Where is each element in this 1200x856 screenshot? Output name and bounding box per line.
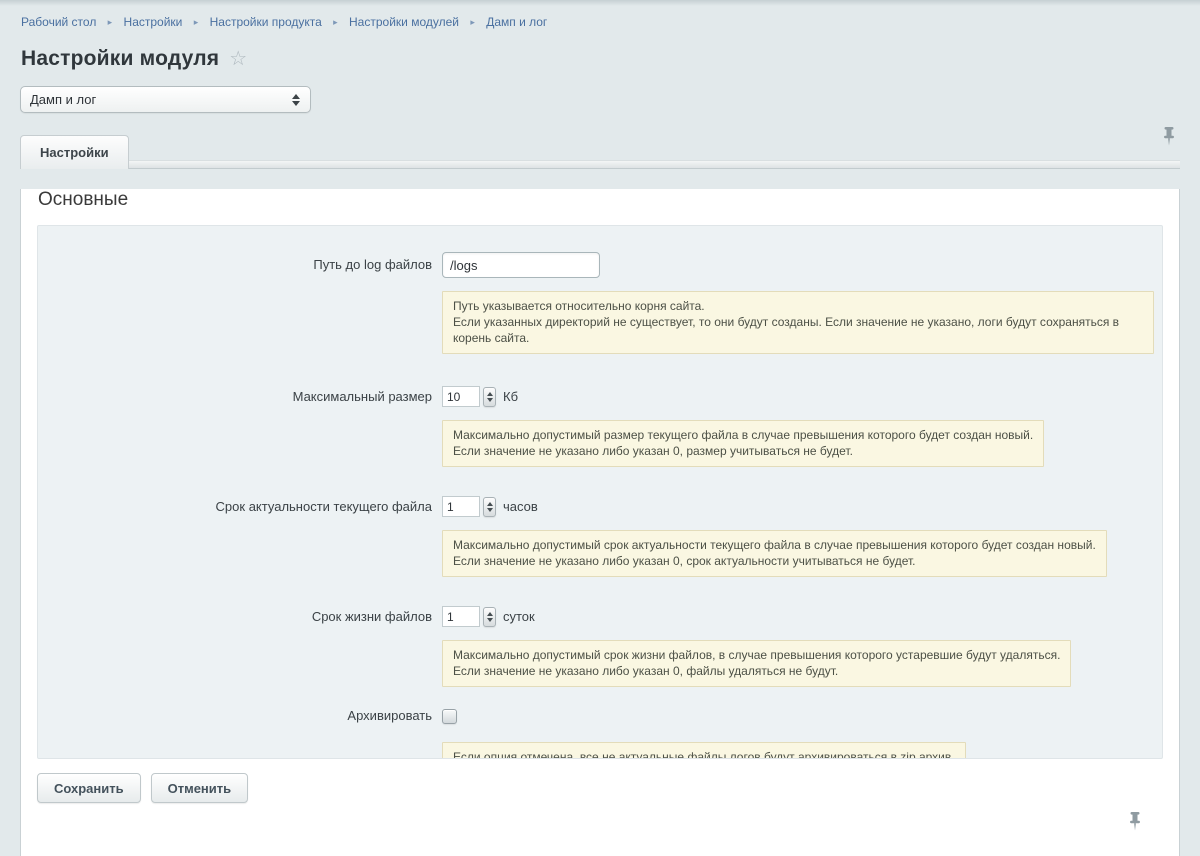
breadcrumb-link-desktop[interactable]: Рабочий стол [21, 15, 96, 29]
hint-note: Максимально допустимый размер текущего ф… [442, 420, 1044, 467]
cancel-button[interactable]: Отменить [151, 773, 249, 803]
max-size-input[interactable] [442, 386, 480, 407]
hint-note: Если опция отмечена, все не актуальные ф… [442, 742, 966, 759]
module-select-value: Дамп и лог [30, 92, 292, 107]
archive-checkbox[interactable] [442, 709, 457, 724]
save-button[interactable]: Сохранить [37, 773, 141, 803]
unit-label: Кб [503, 389, 518, 404]
form-row-max-size: Максимальный размер Кб Максимально допус… [38, 384, 1162, 494]
breadcrumb-separator-icon: ▸ [470, 17, 475, 27]
breadcrumb-link-dump-log[interactable]: Дамп и лог [486, 15, 547, 29]
stepper-icon[interactable] [483, 497, 496, 517]
breadcrumb: Рабочий стол ▸ Настройки ▸ Настройки про… [21, 15, 1200, 29]
form-row-actual-period: Срок актуальности текущего файла часов М… [38, 494, 1162, 604]
select-arrows-icon [292, 94, 300, 106]
pin-icon[interactable] [1129, 812, 1141, 833]
field-label: Срок жизни файлов [38, 604, 442, 707]
settings-form: Путь до log файлов Путь указывается отно… [37, 225, 1163, 759]
hint-note: Максимально допустимый срок жизни файлов… [442, 640, 1071, 687]
breadcrumb-link-product-settings[interactable]: Настройки продукта [210, 15, 322, 29]
form-row-lifetime: Срок жизни файлов суток Максимально допу… [38, 604, 1162, 707]
breadcrumb-separator-icon: ▸ [333, 17, 338, 27]
module-select[interactable]: Дамп и лог [20, 86, 311, 113]
pin-icon[interactable] [1163, 127, 1175, 148]
breadcrumb-separator-icon: ▸ [194, 17, 199, 27]
unit-label: часов [503, 499, 538, 514]
tab-settings[interactable]: Настройки [20, 135, 129, 169]
hint-note: Максимально допустимый срок актуальности… [442, 530, 1107, 577]
content-panel: Основные Путь до log файлов Путь указыва… [20, 189, 1180, 856]
favorite-star-icon[interactable]: ☆ [229, 46, 247, 71]
page-title: Настройки модуля [21, 47, 219, 71]
field-label: Путь до log файлов [38, 252, 442, 384]
form-row-archive: Архивировать Если опция отмечена, все не… [38, 707, 1162, 759]
field-label: Срок актуальности текущего файла [38, 494, 442, 604]
lifetime-input[interactable] [442, 606, 480, 627]
stepper-icon[interactable] [483, 607, 496, 627]
log-path-input[interactable] [442, 252, 600, 278]
section-title: Основные [38, 189, 1179, 211]
tab-strip [20, 160, 1180, 169]
stepper-icon[interactable] [483, 387, 496, 407]
form-footer: Сохранить Отменить [37, 773, 1163, 803]
top-shade [0, 0, 1200, 6]
breadcrumb-separator-icon: ▸ [108, 17, 113, 27]
tab-bar: Настройки [20, 125, 1180, 169]
field-label: Максимальный размер [38, 384, 442, 494]
breadcrumb-link-settings[interactable]: Настройки [124, 15, 183, 29]
actual-period-input[interactable] [442, 496, 480, 517]
hint-note: Путь указывается относительно корня сайт… [442, 291, 1154, 354]
unit-label: суток [503, 609, 535, 624]
breadcrumb-link-module-settings[interactable]: Настройки модулей [349, 15, 459, 29]
field-label: Архивировать [38, 707, 442, 759]
tab-settings-label: Настройки [40, 145, 109, 160]
form-row-log-path: Путь до log файлов Путь указывается отно… [38, 252, 1162, 384]
